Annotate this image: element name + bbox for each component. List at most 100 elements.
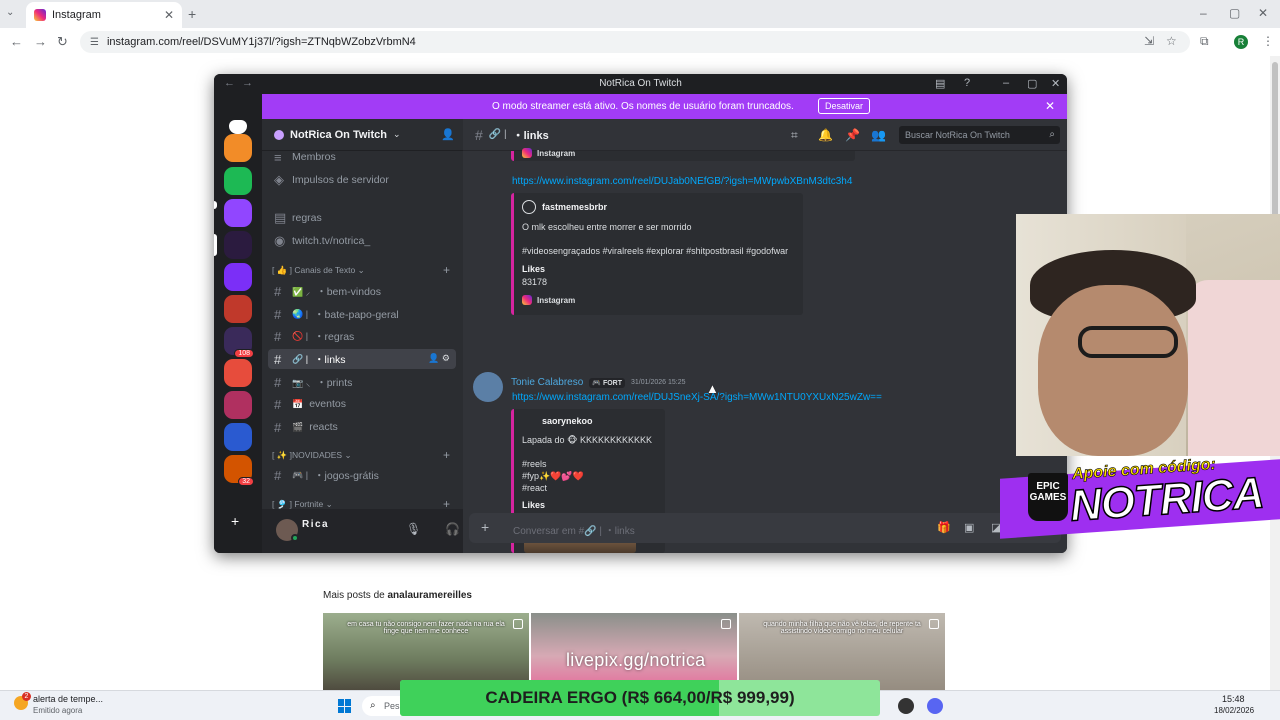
banner-close-icon[interactable]: ✕ bbox=[1045, 99, 1055, 113]
disable-streamer-mode-button[interactable]: Desativar bbox=[818, 98, 871, 114]
message-author[interactable]: Tonie Calabreso bbox=[511, 377, 583, 388]
profile-avatar[interactable]: R bbox=[1234, 35, 1248, 49]
tab-close-icon[interactable]: ✕ bbox=[164, 8, 174, 22]
embed-footer-label: Instagram bbox=[537, 148, 576, 158]
chevron-down-icon: ⌄ bbox=[357, 264, 365, 275]
pin-icon[interactable]: 📌 bbox=[845, 128, 860, 142]
attach-plus-icon[interactable]: + bbox=[481, 519, 489, 535]
tab-instagram[interactable]: Instagram ✕ bbox=[26, 2, 182, 28]
microphone-icon[interactable]: 🎙 bbox=[406, 522, 421, 536]
channel-members[interactable]: ≡ Membros bbox=[268, 147, 456, 167]
channel-links[interactable]: # 🔗 | ・links 👤 ⚙ bbox=[268, 349, 456, 369]
more-posts-prefix: Mais posts de bbox=[323, 590, 385, 601]
alert-title[interactable]: alerta de tempe... bbox=[33, 694, 103, 704]
embed-hashtag: #fyp✨❤️💕❤️ bbox=[522, 471, 584, 481]
site-info-icon[interactable]: ☰ bbox=[90, 37, 99, 48]
server-icon[interactable] bbox=[224, 263, 252, 291]
channel-bate-papo-geral[interactable]: # 🌏 | ・bate-papo-geral bbox=[268, 304, 456, 324]
server-boost-icon bbox=[274, 129, 284, 140]
category-text-channels[interactable]: [ 👍 ] Canais de Texto ⌄ + bbox=[272, 263, 454, 277]
user-panel: Rica 🎙 🎧 ⚙ bbox=[262, 509, 492, 553]
inbox-icon[interactable]: ▤ bbox=[935, 77, 945, 90]
settings-icon[interactable]: 👤 ⚙ bbox=[428, 353, 450, 364]
channel-rules[interactable]: ▤ regras bbox=[268, 208, 456, 228]
discord-home-icon[interactable] bbox=[229, 120, 247, 134]
address-bar[interactable]: ☰ instagram.com/reel/DSVuMY1j37l/?igsh=Z… bbox=[80, 31, 1190, 53]
hash-icon: # bbox=[274, 467, 282, 483]
server-icon[interactable] bbox=[224, 391, 252, 419]
search-icon: ⌕ bbox=[1049, 129, 1055, 140]
channel-reacts[interactable]: # 🎬 reacts bbox=[268, 417, 456, 437]
category-novidades[interactable]: [ ✨ ]NOVIDADES ⌄ + bbox=[272, 448, 454, 462]
server-icon[interactable]: 108 bbox=[224, 327, 254, 358]
more-posts-heading: Mais posts de analauramereilles bbox=[323, 590, 472, 601]
server-icon[interactable] bbox=[224, 167, 252, 195]
minimize-icon[interactable]: – bbox=[1200, 6, 1207, 20]
notrica-server-icon[interactable] bbox=[224, 231, 252, 259]
clock-time[interactable]: 15:48 bbox=[1222, 694, 1245, 704]
close-icon[interactable]: ✕ bbox=[1258, 6, 1268, 20]
channel-label: Impulsos de servidor bbox=[292, 174, 389, 186]
channel-prints[interactable]: # 📷 ⸜ ・prints bbox=[268, 372, 456, 392]
more-posts-user[interactable]: analauramereilles bbox=[387, 590, 472, 601]
threads-icon[interactable]: ⌗ bbox=[791, 128, 798, 143]
server-icon[interactable]: 32 bbox=[224, 455, 254, 486]
banner-text: O modo streamer está ativo. Os nomes de … bbox=[492, 101, 794, 112]
channel-bem-vindos[interactable]: # ✅ ⸝ ・bem-vindos bbox=[268, 281, 456, 301]
restore-icon[interactable]: ▢ bbox=[1229, 6, 1240, 20]
gif-icon[interactable]: ▣ bbox=[964, 521, 974, 534]
invite-icon[interactable]: 👤 bbox=[441, 128, 455, 141]
embed-author[interactable]: fastmemesbrbr bbox=[522, 200, 607, 214]
message-composer[interactable]: + Conversar em #🔗 | ・links 🎁 ▣ ◪ bbox=[469, 513, 1061, 543]
discord-taskbar-icon[interactable] bbox=[927, 698, 943, 714]
new-tab-icon[interactable]: + bbox=[188, 6, 196, 22]
embed-footer: Instagram bbox=[522, 295, 575, 305]
clock-date[interactable]: 18/02/2026 bbox=[1214, 706, 1254, 715]
extensions-icon[interactable]: ⧉ bbox=[1200, 34, 1209, 49]
hash-icon: # bbox=[475, 126, 483, 143]
channel-regras[interactable]: # 🚫 | ・regras bbox=[268, 326, 456, 346]
avatar bbox=[522, 200, 536, 214]
menu-icon[interactable]: ⋮ bbox=[1262, 34, 1274, 48]
reload-icon[interactable]: ↻ bbox=[57, 34, 68, 50]
close-icon[interactable]: ✕ bbox=[1051, 77, 1060, 90]
channel-eventos[interactable]: # 📅 eventos bbox=[268, 394, 456, 414]
channel-twitch[interactable]: ◉ twitch.tv/notrica_ bbox=[268, 231, 456, 251]
server-icon[interactable] bbox=[224, 359, 252, 387]
server-icon[interactable] bbox=[224, 134, 252, 162]
channel-jogos-gratis[interactable]: # 🎮 | ・jogos-grátis bbox=[268, 465, 456, 485]
add-server-icon[interactable]: + bbox=[231, 513, 239, 529]
thumbnail-caption: quando minha filha que não vê telas, de … bbox=[763, 621, 921, 635]
add-channel-icon[interactable]: + bbox=[443, 263, 450, 277]
install-icon[interactable]: ⇲ bbox=[1144, 34, 1154, 48]
forward-icon[interactable]: → bbox=[34, 34, 47, 49]
avatar[interactable] bbox=[473, 372, 503, 402]
message-link[interactable]: https://www.instagram.com/reel/DUJab0NEf… bbox=[512, 176, 852, 187]
member-list-icon[interactable]: 👥 bbox=[871, 128, 886, 142]
back-icon[interactable]: ← bbox=[10, 34, 23, 49]
channel-boosts[interactable]: ◈ Impulsos de servidor bbox=[268, 170, 456, 190]
tab-search-icon[interactable]: ⌄ bbox=[6, 7, 14, 18]
search-input[interactable]: Buscar NotRica On Twitch ⌕ bbox=[899, 126, 1060, 144]
help-icon[interactable]: ? bbox=[964, 77, 970, 89]
username: Rica bbox=[302, 519, 330, 530]
instagram-icon bbox=[522, 148, 532, 158]
twitch-server-icon[interactable] bbox=[224, 199, 252, 227]
app-icon[interactable] bbox=[898, 698, 914, 714]
add-channel-icon[interactable]: + bbox=[443, 448, 450, 462]
server-icon[interactable] bbox=[224, 423, 252, 451]
embed-author-name: fastmemesbrbr bbox=[542, 202, 608, 212]
windows-start-icon[interactable] bbox=[338, 699, 352, 713]
maximize-icon[interactable]: ▢ bbox=[1027, 77, 1037, 90]
server-tag[interactable]: 🎮 FORT bbox=[589, 377, 625, 388]
message-link[interactable]: https://www.instagram.com/reel/DUJSneXj-… bbox=[512, 392, 882, 403]
bookmark-star-icon[interactable]: ☆ bbox=[1166, 34, 1177, 48]
notification-bell-icon[interactable]: 🔔 bbox=[818, 128, 833, 142]
livepix-overlay: livepix.gg/notrica bbox=[566, 650, 706, 670]
server-icon[interactable] bbox=[224, 295, 252, 323]
gift-icon[interactable]: 🎁 bbox=[937, 521, 951, 534]
embed-author[interactable]: saorynekoo bbox=[542, 416, 593, 426]
minimize-icon[interactable]: – bbox=[1003, 77, 1009, 89]
headphones-icon[interactable]: 🎧 bbox=[445, 522, 460, 536]
tab-title: Instagram bbox=[52, 9, 101, 21]
